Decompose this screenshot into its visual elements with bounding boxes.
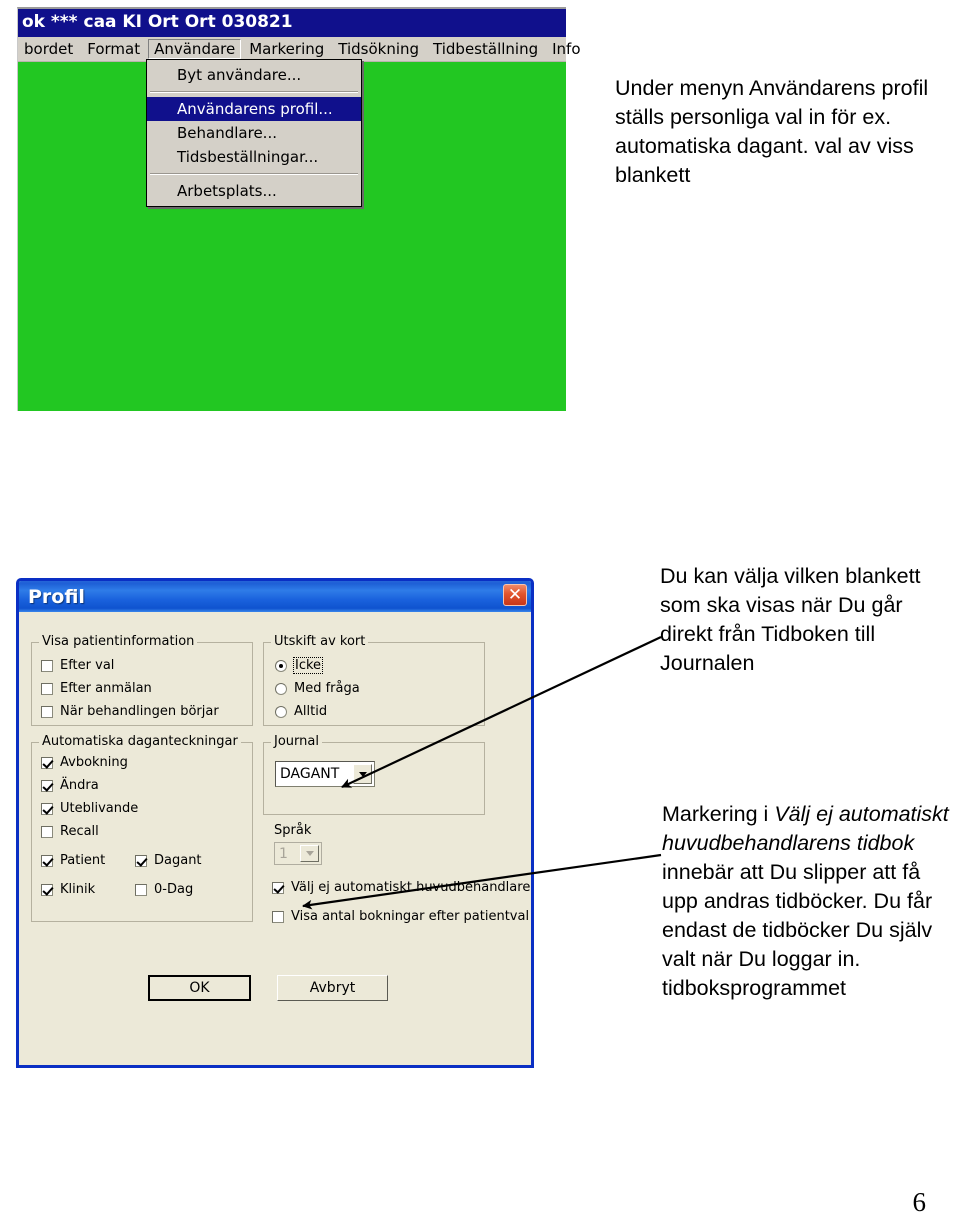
radio-button-icon[interactable]: [275, 705, 287, 718]
callout-top-text: Under menyn Användarens profil ställs pe…: [615, 76, 929, 187]
group-visa-patientinformation: Visa patientinformation Efter val Efter …: [31, 634, 253, 726]
radio-icke[interactable]: Icke: [275, 657, 324, 674]
checkbox-box-icon[interactable]: [41, 883, 53, 896]
checkbox-box-icon[interactable]: [41, 682, 53, 695]
radio-label: Med fråga: [294, 681, 360, 696]
menu-item-behandlare[interactable]: Behandlare...: [147, 121, 361, 145]
close-icon[interactable]: ✕: [503, 584, 527, 606]
checkbox-box-icon[interactable]: [41, 802, 53, 815]
profil-titlebar: Profil ✕: [19, 581, 531, 612]
menu-item-anvandarens-profil[interactable]: Användarens profil...: [147, 97, 361, 121]
group-journal: Journal DAGANT: [263, 734, 485, 815]
chevron-down-icon[interactable]: [300, 845, 319, 862]
radio-med-fraga[interactable]: Med fråga: [275, 681, 360, 696]
checkbox-box-icon[interactable]: [135, 883, 147, 896]
checkbox-recall[interactable]: Recall: [41, 824, 99, 839]
menu-separator: [150, 173, 358, 175]
app-titlebar: ok *** caa KI Ort Ort 030821: [18, 9, 566, 37]
profil-dialog-title: Profil: [28, 585, 85, 608]
menu-item-tidsbestallningar[interactable]: Tidsbeställningar...: [147, 145, 361, 169]
checkbox-box-icon[interactable]: [41, 779, 53, 792]
checkbox-nar-behandlingen-borjar[interactable]: När behandlingen börjar: [41, 704, 219, 719]
sprak-combobox[interactable]: 1: [274, 842, 322, 865]
group-title-visa-patientinformation: Visa patientinformation: [39, 634, 198, 649]
checkbox-visa-antal-bokningar-efter-patientval[interactable]: Visa antal bokningar efter patientval: [272, 909, 529, 924]
radio-button-icon[interactable]: [275, 682, 287, 695]
checkbox-andra[interactable]: Ändra: [41, 778, 99, 793]
menubar-item-tidbestallning[interactable]: Tidbeställning: [427, 39, 544, 59]
checkbox-box-icon[interactable]: [41, 659, 53, 672]
checkbox-box-icon[interactable]: [41, 756, 53, 769]
checkbox-box-icon[interactable]: [41, 854, 53, 867]
checkbox-avbokning[interactable]: Avbokning: [41, 755, 128, 770]
callout-bottom-text: Markering i Välj ej automatiskt huvudbeh…: [662, 800, 960, 1003]
callout-bottom-prefix: Markering i: [662, 802, 775, 826]
checkbox-label: Efter val: [60, 658, 115, 673]
sprak-value: 1: [279, 845, 288, 862]
menubar-item-format[interactable]: Format: [81, 39, 146, 59]
group-title-journal: Journal: [271, 734, 322, 749]
checkbox-box-icon[interactable]: [272, 910, 284, 923]
menubar-item-info[interactable]: Info: [546, 39, 586, 59]
checkbox-klinik[interactable]: Klinik: [41, 882, 95, 897]
profil-dialog-body: Visa patientinformation Efter val Efter …: [19, 612, 534, 1065]
checkbox-efter-val[interactable]: Efter val: [41, 658, 114, 673]
callout-bottom-suffix: innebär att Du slipper att få upp andras…: [662, 860, 933, 1000]
checkbox-label: Efter anmälan: [60, 681, 152, 696]
profil-dialog-screenshot: Profil ✕ Visa patientinformation Efter v…: [16, 578, 534, 1068]
checkbox-label: 0-Dag: [154, 882, 194, 897]
checkbox-0-dag[interactable]: 0-Dag: [135, 882, 193, 897]
menubar-item-markering[interactable]: Markering: [243, 39, 330, 59]
menu-item-byt-anvandare[interactable]: Byt användare...: [147, 63, 361, 87]
app-window-title: ok *** caa KI Ort Ort 030821: [22, 12, 293, 32]
menubar-item-anvandare[interactable]: Användare: [148, 39, 242, 59]
group-title-utskift-av-kort: Utskift av kort: [271, 634, 369, 649]
sprak-label: Språk: [274, 823, 312, 838]
page-number: 6: [912, 1187, 927, 1217]
checkbox-label: Välj ej automatiskt huvudbehandlarens ti…: [291, 880, 534, 895]
checkbox-box-icon[interactable]: [41, 705, 53, 718]
callout-middle-text: Du kan välja vilken blankett som ska vis…: [660, 564, 921, 675]
checkbox-label: Avbokning: [60, 755, 128, 770]
checkbox-valj-ej-automatiskt-huvudbehandlarens-tidbok[interactable]: Välj ej automatiskt huvudbehandlarens ti…: [272, 880, 534, 895]
checkbox-label: Uteblivande: [60, 801, 139, 816]
radio-button-icon[interactable]: [275, 659, 287, 672]
chevron-down-icon[interactable]: [353, 764, 372, 784]
menubar-item-tidsokning[interactable]: Tidsökning: [332, 39, 425, 59]
radio-label: Icke: [292, 657, 324, 674]
group-utskift-av-kort: Utskift av kort Icke Med fråga Alltid: [263, 634, 485, 726]
checkbox-box-icon[interactable]: [41, 825, 53, 838]
cancel-button[interactable]: Avbryt: [277, 975, 388, 1001]
checkbox-box-icon[interactable]: [135, 854, 147, 867]
menubar-item-bordet[interactable]: bordet: [18, 39, 79, 59]
checkbox-label: Ändra: [60, 778, 99, 793]
checkbox-label: Patient: [60, 853, 106, 868]
radio-label: Alltid: [294, 704, 328, 719]
radio-alltid[interactable]: Alltid: [275, 704, 327, 719]
anvandare-dropdown-menu: Byt användare... Användarens profil... B…: [146, 59, 362, 207]
checkbox-label: Visa antal bokningar efter patientval: [291, 909, 530, 924]
checkbox-label: Klinik: [60, 882, 96, 897]
checkbox-label: Recall: [60, 824, 99, 839]
checkbox-label: Dagant: [154, 853, 202, 868]
journal-blankett-value: DAGANT: [280, 766, 340, 782]
menu-separator: [150, 91, 358, 93]
checkbox-dagant[interactable]: Dagant: [135, 853, 202, 868]
menu-item-arbetsplats[interactable]: Arbetsplats...: [147, 179, 361, 203]
checkbox-box-icon[interactable]: [272, 881, 284, 894]
checkbox-patient[interactable]: Patient: [41, 853, 105, 868]
group-automatiska-daganteckningar: Automatiska daganteckningar Avbokning Än…: [31, 734, 253, 922]
journal-blankett-combobox[interactable]: DAGANT: [275, 761, 375, 787]
checkbox-uteblivande[interactable]: Uteblivande: [41, 801, 138, 816]
ok-button[interactable]: OK: [148, 975, 251, 1001]
checkbox-label: När behandlingen börjar: [60, 704, 219, 719]
checkbox-efter-anmalan[interactable]: Efter anmälan: [41, 681, 152, 696]
group-title-automatiska-daganteckningar: Automatiska daganteckningar: [39, 734, 241, 749]
